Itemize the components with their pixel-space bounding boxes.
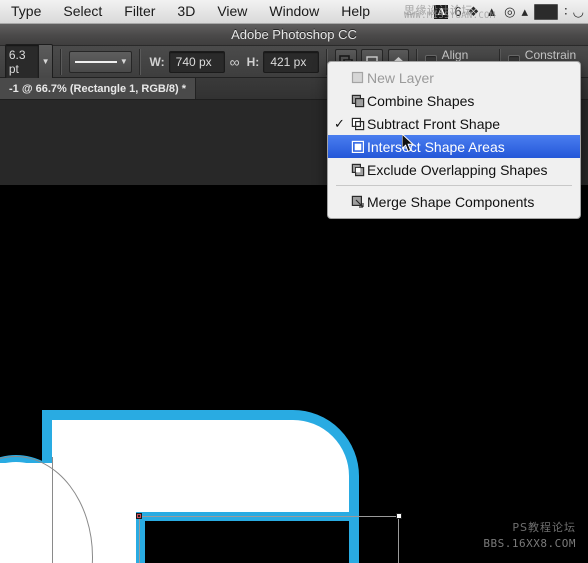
- menu-item-merge-shape-components[interactable]: Merge Shape Components: [328, 190, 580, 213]
- wifi-icon[interactable]: ◡: [573, 4, 584, 20]
- subtract-front-shape-icon: [348, 117, 367, 131]
- menu-item-new-layer[interactable]: New Layer: [328, 66, 580, 89]
- merge-shape-components-icon: [348, 195, 367, 209]
- menu-item-combine-shapes[interactable]: Combine Shapes: [328, 89, 580, 112]
- menu-item-window[interactable]: Window: [258, 0, 330, 23]
- photoshop-ps-icon[interactable]: A: [434, 4, 449, 19]
- menu-item-select[interactable]: Select: [52, 0, 113, 23]
- bluetooth-icon[interactable]: ∶: [564, 3, 568, 20]
- path-anchor-top-left[interactable]: [136, 513, 142, 519]
- menu-item-label: Subtract Front Shape: [367, 115, 501, 132]
- cloud-icon[interactable]: ▲: [485, 5, 498, 18]
- battery-count-label[interactable]: 6: [454, 4, 461, 19]
- link-dimensions-icon[interactable]: ∞: [225, 55, 245, 69]
- canvas-watermark-line1: PS教程论坛: [512, 521, 576, 534]
- display-icon[interactable]: [534, 3, 558, 20]
- path-outline-vertical-line: [52, 457, 53, 563]
- selection-bounding-box[interactable]: [139, 513, 402, 563]
- document-tab[interactable]: -1 @ 66.7% (Rectangle 1, RGB/8) *: [0, 78, 197, 99]
- height-label: H:: [246, 54, 260, 69]
- menu-item-label: Exclude Overlapping Shapes: [367, 161, 548, 178]
- a-icon[interactable]: ▴: [521, 5, 528, 18]
- menu-item-label: Merge Shape Components: [367, 193, 535, 210]
- menu-bar: Type Select Filter 3D View Window Help A…: [0, 0, 588, 24]
- canvas-area[interactable]: PS教程论坛 BBS.16XX8.COM: [0, 185, 588, 563]
- menu-item-subtract-front-shape[interactable]: ✓ Subtract Front Shape: [328, 112, 580, 135]
- options-divider: [138, 48, 141, 75]
- chevron-down-icon[interactable]: ▼: [38, 44, 53, 79]
- chevron-down-icon[interactable]: ▼: [117, 57, 131, 66]
- dropbox-icon[interactable]: ❖: [468, 5, 480, 18]
- menu-item-label: Combine Shapes: [367, 92, 475, 109]
- photoshop-window: Type Select Filter 3D View Window Help A…: [0, 0, 588, 563]
- menubar-status-area: A 6 ❖ ▲ ◎ ▴ ∶ ◡: [434, 3, 588, 20]
- menu-item-help[interactable]: Help: [330, 0, 381, 23]
- menu-separator: [336, 185, 572, 186]
- stroke-style-dropdown[interactable]: ▼: [68, 50, 132, 73]
- width-input[interactable]: 740 px: [168, 50, 225, 73]
- menu-item-exclude-overlapping-shapes[interactable]: Exclude Overlapping Shapes: [328, 158, 580, 181]
- menu-item-intersect-shape-areas[interactable]: Intersect Shape Areas: [328, 135, 580, 158]
- stroke-width-value[interactable]: 6.3 pt: [5, 44, 38, 79]
- title-bar: Adobe Photoshop CC: [0, 24, 588, 46]
- selection-handle-top-right[interactable]: [396, 513, 402, 519]
- menu-item-view[interactable]: View: [206, 0, 258, 23]
- exclude-overlapping-shapes-icon: [348, 163, 367, 177]
- stroke-width-combo[interactable]: 6.3 pt ▼: [4, 43, 54, 80]
- menu-item-label: New Layer: [367, 69, 434, 86]
- path-operations-dropdown[interactable]: New Layer Combine Shapes ✓ Subtract Fron…: [327, 61, 581, 219]
- checkmark-icon: ✓: [334, 115, 345, 131]
- options-divider: [60, 48, 62, 75]
- width-label: W:: [149, 54, 165, 69]
- canvas-watermark-line2: BBS.16XX8.COM: [483, 537, 576, 550]
- menu-item-filter[interactable]: Filter: [113, 0, 166, 23]
- menu-item-type[interactable]: Type: [0, 0, 52, 23]
- combine-shapes-icon: [348, 94, 367, 108]
- menu-item-label: Intersect Shape Areas: [367, 138, 505, 155]
- app-title: Adobe Photoshop CC: [231, 27, 357, 42]
- intersect-shape-areas-icon: [348, 140, 367, 154]
- spotlight-icon[interactable]: ◎: [504, 5, 515, 18]
- stroke-style-preview-icon: [74, 60, 117, 63]
- new-layer-icon: [348, 71, 367, 84]
- menu-item-3d[interactable]: 3D: [166, 0, 206, 23]
- height-input[interactable]: 421 px: [263, 50, 320, 73]
